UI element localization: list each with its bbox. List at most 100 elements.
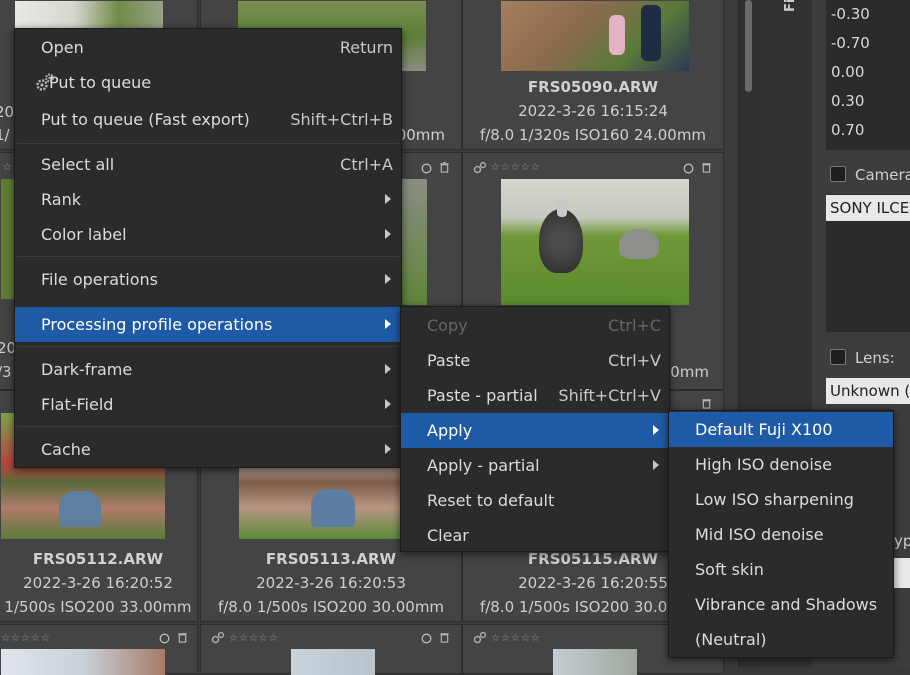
thumbnail-date: 20 [0,103,15,121]
menu-item-profile-vibrance-and-shadows[interactable]: Vibrance and Shadows [669,587,893,622]
menu-item-shortcut: Ctrl+A [340,155,393,174]
menu-item-profile-soft-skin[interactable]: Soft skin [669,552,893,587]
menu-item-label: Soft skin [695,560,764,579]
thumbnail-exif: f/8.0 1/320s ISO160 24.00mm [479,126,707,144]
ev-value[interactable]: 0.30 [826,87,910,116]
menu-item-profile-mid-iso-denoise[interactable]: Mid ISO denoise [669,517,893,552]
ev-value[interactable]: 0.70 [826,116,910,145]
thumbnail-image [1,649,165,675]
thumbnail-tile[interactable]: FRS05090.ARW 2022-3-26 16:15:24 f/8.0 1/… [462,0,724,150]
menu-item-label: (Neutral) [695,630,767,649]
menu-item-label: Paste [427,351,471,370]
ev-value[interactable]: -0.30 [826,0,910,29]
menu-item-label: Put to queue [49,73,152,92]
submenu-arrow-icon [385,194,391,204]
thumbnail-exif: f/8.0 1/500s ISO200 30.00mm [217,598,445,616]
menu-item-label: Color label [41,225,127,244]
vertical-tab-label[interactable]: Fi [783,0,798,12]
type-list[interactable] [892,558,910,588]
menu-item-label: Open [41,38,84,57]
menu-item-shortcut: Return [339,38,393,57]
thumbnail-context-menu: Open Return Put to queue Put to queue (F… [14,28,402,468]
trash-icon[interactable] [439,632,450,643]
processing-profile-submenu: Copy Ctrl+C Paste Ctrl+V Paste - partial… [400,306,670,552]
gears-icon [211,631,225,644]
menu-item-profile-low-iso-sharpening[interactable]: Low ISO sharpening [669,482,893,517]
menu-item-label: Clear [427,526,469,545]
menu-item-label: High ISO denoise [695,455,832,474]
rating-stars[interactable]: ☆☆☆☆☆ [1,633,51,644]
trash-icon[interactable] [439,162,450,173]
thumbnail-exif: 00mm [396,126,445,144]
menu-item-label: Apply [427,421,473,440]
trash-icon[interactable] [177,632,188,643]
rating-stars[interactable]: ☆☆☆☆☆ [491,633,541,644]
menu-item-open[interactable]: Open Return [15,30,401,65]
ev-value[interactable]: 0.00 [826,58,910,87]
menu-item-paste-partial[interactable]: Paste - partial Shift+Ctrl+V [401,378,669,413]
menu-item-rank[interactable]: Rank [15,182,401,217]
menu-item-apply-partial[interactable]: Apply - partial [401,448,669,483]
menu-item-label: Mid ISO denoise [695,525,824,544]
thumbnail-date: 2022-3-26 16:15:24 [518,102,668,120]
thumbnail-filename: FRS05090.ARW [527,78,659,96]
menu-item-label: Apply - partial [427,456,540,475]
thumbnail-image [15,1,163,29]
menu-item-label: Dark-frame [41,360,133,379]
thumbnail-exif: /3 [0,363,12,381]
color-label-icon[interactable] [159,633,170,644]
menu-item-copy[interactable]: Copy Ctrl+C [401,308,669,343]
menu-item-label: Put to queue (Fast export) [41,110,250,129]
menu-item-label: Paste - partial [427,386,538,405]
menu-separator [17,346,399,347]
menu-item-processing-profile-operations[interactable]: Processing profile operations [15,307,401,342]
submenu-arrow-icon [653,460,659,470]
rating-stars[interactable]: ☆☆☆☆☆ [491,162,541,173]
exposure-comp-list[interactable]: -0.30 -0.70 0.00 0.30 0.70 [826,0,910,150]
submenu-arrow-icon [385,319,391,329]
thumbnail-filename: FRS05112.ARW [32,550,164,568]
menu-item-flat-field[interactable]: Flat-Field [15,387,401,422]
menu-item-put-to-queue-fast[interactable]: Put to queue (Fast export) Shift+Ctrl+B [15,102,401,137]
menu-item-shortcut: Ctrl+V [608,351,661,370]
menu-item-shortcut: Ctrl+C [607,316,661,335]
menu-item-dark-frame[interactable]: Dark-frame [15,352,401,387]
thumbnail-date: 2022-3-26 16:20:53 [256,574,406,592]
lens-list-item[interactable]: Unknown ( [826,378,910,404]
thumbnail-image [291,649,375,675]
menu-item-apply[interactable]: Apply [401,413,669,448]
thumbnail-exif: 1/ [0,126,10,144]
thumbnail-image [553,649,637,675]
color-label-icon[interactable] [421,163,432,174]
submenu-arrow-icon [653,425,659,435]
menu-item-file-operations[interactable]: File operations [15,262,401,297]
menu-item-profile-high-iso-denoise[interactable]: High ISO denoise [669,447,893,482]
menu-item-cache[interactable]: Cache [15,432,401,467]
menu-item-reset-to-default[interactable]: Reset to default [401,483,669,518]
camera-checkbox[interactable] [830,166,846,182]
menu-item-clear[interactable]: Clear [401,518,669,553]
trash-icon[interactable] [701,398,712,409]
menu-item-profile-default-fuji-x100[interactable]: Default Fuji X100 [669,412,893,447]
thumbnail-image [1,179,15,299]
menu-item-profile-neutral[interactable]: (Neutral) [669,622,893,657]
submenu-arrow-icon [385,444,391,454]
thumbnail-image [501,1,689,71]
menu-item-color-label[interactable]: Color label [15,217,401,252]
menu-item-label: Select all [41,155,115,174]
scrollbar-thumb[interactable] [745,0,752,92]
menu-item-select-all[interactable]: Select all Ctrl+A [15,147,401,182]
lens-checkbox[interactable] [830,349,846,365]
menu-item-paste[interactable]: Paste Ctrl+V [401,343,669,378]
camera-list-item[interactable]: SONY ILCE- [826,195,910,221]
color-label-icon[interactable] [421,633,432,644]
ev-value[interactable]: -0.70 [826,29,910,58]
menu-item-put-to-queue[interactable]: Put to queue [15,65,401,100]
apply-profile-submenu: Default Fuji X100 High ISO denoise Low I… [668,410,894,658]
rating-stars[interactable]: ☆☆☆☆☆ [229,633,279,644]
menu-item-shortcut: Shift+Ctrl+B [290,110,393,129]
menu-item-label: Processing profile operations [41,315,273,334]
thumbnail-date: 2022-3-26 16:20:52 [23,574,173,592]
trash-icon[interactable] [701,162,712,173]
color-label-icon[interactable] [683,163,694,174]
